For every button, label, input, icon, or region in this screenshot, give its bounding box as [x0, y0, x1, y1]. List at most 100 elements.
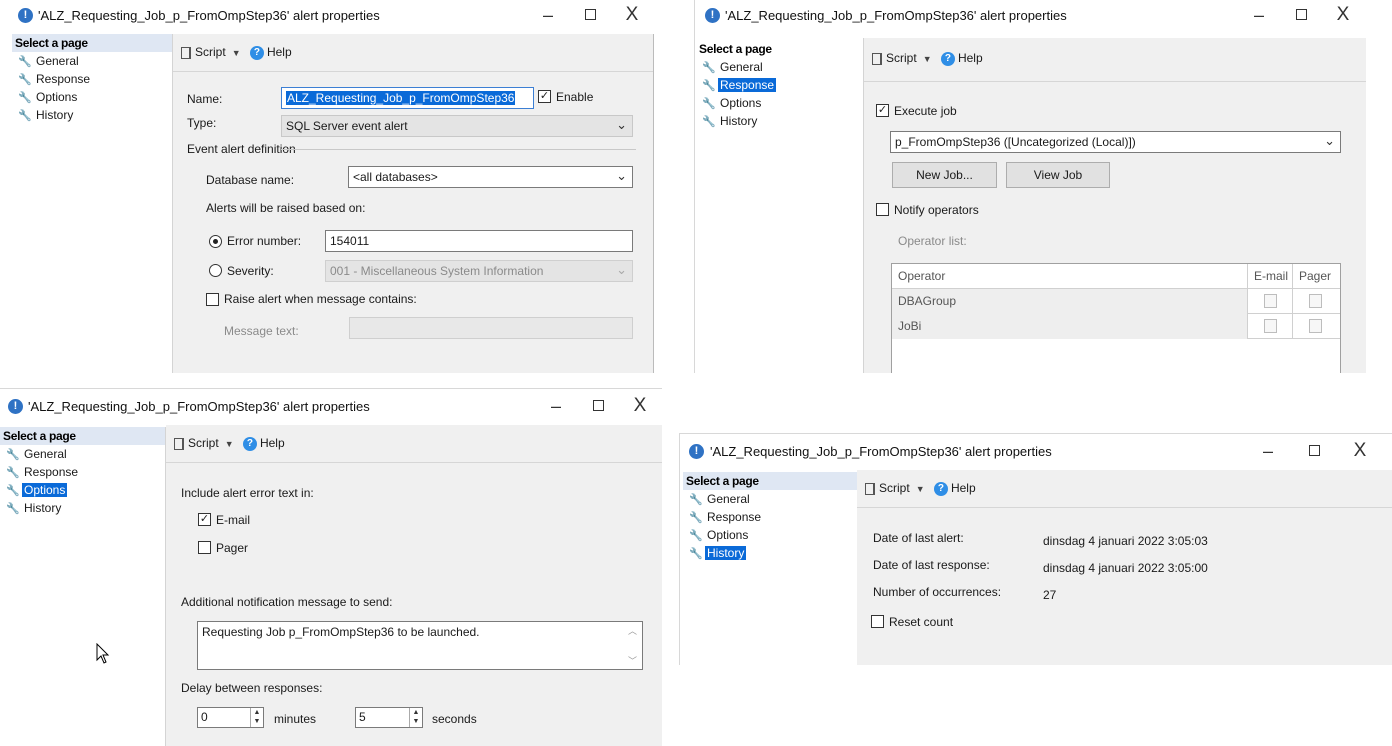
sidebar-item-history[interactable]: 🔧 History — [696, 112, 863, 130]
maximize-button[interactable] — [1294, 440, 1334, 462]
textarea-scrollbar[interactable]: ︿ ﹀ — [628, 624, 640, 667]
job-select[interactable]: p_FromOmpStep36 ([Uncategorized (Local)]… — [890, 131, 1341, 153]
help-button[interactable]: ? Help — [242, 436, 285, 451]
sidebar-item-general[interactable]: 🔧 General — [683, 490, 857, 508]
error-number-input[interactable]: 154011 — [325, 230, 633, 252]
operator-grid-header: Operator E-mail Pager — [892, 264, 1340, 289]
sidebar-item-general[interactable]: 🔧 General — [0, 445, 165, 463]
help-icon: ? — [933, 481, 948, 496]
window-title: 'ALZ_Requesting_Job_p_FromOmpStep36' ale… — [710, 444, 1052, 459]
close-button[interactable]: X — [612, 4, 652, 26]
wrench-icon: 🔧 — [689, 512, 703, 524]
title-bar: ! 'ALZ_Requesting_Job_p_FromOmpStep36' a… — [0, 389, 662, 423]
severity-select[interactable]: 001 - Miscellaneous System Information ⌄ — [325, 260, 633, 282]
reset-count-checkbox[interactable] — [871, 615, 884, 628]
last-response-label: Date of last response: — [873, 558, 990, 572]
maximize-button[interactable] — [1281, 4, 1321, 26]
operator-name: JoBi — [892, 314, 1248, 339]
close-button[interactable]: X — [1323, 4, 1363, 26]
wrench-icon: 🔧 — [6, 467, 20, 479]
general-page: Script ▼ ? Help Name: ALZ_Requesting_Job_p… — [173, 34, 654, 373]
sidebar-item-history[interactable]: 🔧 History — [0, 499, 165, 517]
minimize-button[interactable]: – — [536, 395, 576, 417]
type-select[interactable]: SQL Server event alert ⌄ — [281, 115, 633, 137]
wrench-icon: 🔧 — [689, 548, 703, 560]
sidebar-item-history[interactable]: 🔧 History — [683, 544, 857, 562]
message-text-input[interactable] — [349, 317, 633, 339]
maximize-button[interactable] — [570, 4, 610, 26]
spinner-arrows[interactable]: ▲ ▼ — [250, 708, 263, 727]
email-checkbox[interactable] — [1264, 294, 1277, 308]
minutes-spinner[interactable]: 0 ▲ ▼ — [197, 707, 264, 728]
minimize-button[interactable]: – — [1239, 4, 1279, 26]
sidebar-item-response[interactable]: 🔧 Response — [0, 463, 165, 481]
close-button[interactable]: X — [620, 395, 660, 417]
email-checkbox[interactable] — [1264, 319, 1277, 333]
pager-checkbox[interactable] — [1309, 294, 1322, 308]
help-icon: ? — [940, 51, 955, 66]
sidebar-item-options[interactable]: 🔧 Options — [683, 526, 857, 544]
sidebar-item-response[interactable]: 🔧 Response — [12, 70, 172, 88]
script-button[interactable]: Script ▼ — [865, 481, 931, 495]
name-input[interactable]: ALZ_Requesting_Job_p_FromOmpStep36 — [281, 87, 534, 109]
dropdown-arrow-icon: ▼ — [915, 484, 925, 494]
minimize-button[interactable]: – — [1248, 440, 1288, 462]
sidebar-item-history[interactable]: 🔧 History — [12, 106, 172, 124]
column-header-operator[interactable]: Operator — [892, 264, 1248, 289]
notify-operators-checkbox[interactable] — [876, 203, 889, 216]
error-number-label: Error number: — [227, 234, 302, 248]
sidebar-item-general[interactable]: 🔧 General — [696, 58, 863, 76]
chevron-down-icon: ⌄ — [616, 262, 627, 277]
raise-alert-checkbox[interactable] — [206, 293, 219, 306]
window-title: 'ALZ_Requesting_Job_p_FromOmpStep36' ale… — [28, 399, 370, 414]
script-button[interactable]: Script ▼ — [872, 51, 938, 65]
title-bar: ! 'ALZ_Requesting_Job_p_FromOmpStep36' a… — [680, 434, 1392, 468]
sidebar-item-general[interactable]: 🔧 General — [12, 52, 172, 70]
enable-checkbox[interactable]: ✓ — [538, 90, 551, 103]
pager-checkbox[interactable] — [198, 541, 211, 554]
script-icon — [174, 437, 184, 450]
table-row[interactable]: JoBi — [892, 314, 1340, 339]
new-job-button[interactable]: New Job... — [892, 162, 997, 188]
spinner-arrows[interactable]: ▲ ▼ — [409, 708, 422, 727]
help-button[interactable]: ? Help — [249, 45, 292, 60]
checkmark-icon: ✓ — [539, 90, 550, 102]
view-job-button[interactable]: View Job — [1006, 162, 1110, 188]
page-selector: Select a page 🔧 General 🔧 Response 🔧 Option… — [0, 427, 166, 746]
help-button[interactable]: ? Help — [940, 51, 983, 66]
toolbar: Script ▼ ? Help — [864, 38, 1366, 82]
alert-icon: ! — [18, 8, 33, 23]
help-button[interactable]: ? Help — [933, 481, 976, 496]
window-title: 'ALZ_Requesting_Job_p_FromOmpStep36' ale… — [725, 8, 1067, 23]
help-icon: ? — [249, 45, 264, 60]
email-checkbox[interactable]: ✓ — [198, 513, 211, 526]
notification-message-textarea[interactable]: Requesting Job p_FromOmpStep36 to be lau… — [197, 621, 643, 670]
seconds-spinner[interactable]: 5 ▲ ▼ — [355, 707, 423, 728]
wrench-icon: 🔧 — [702, 116, 716, 128]
script-button[interactable]: Script ▼ — [174, 436, 240, 450]
column-header-email[interactable]: E-mail — [1248, 264, 1293, 289]
dropdown-arrow-icon: ▼ — [922, 54, 932, 64]
error-number-radio[interactable] — [209, 235, 222, 248]
script-button[interactable]: Script ▼ — [181, 45, 247, 59]
minimize-button[interactable]: – — [528, 4, 568, 26]
pager-checkbox[interactable] — [1309, 319, 1322, 333]
maximize-button[interactable] — [578, 395, 618, 417]
sidebar-item-response[interactable]: 🔧 Response — [696, 76, 863, 94]
sidebar-item-response[interactable]: 🔧 Response — [683, 508, 857, 526]
severity-radio[interactable] — [209, 264, 222, 277]
notify-operators-label: Notify operators — [894, 203, 979, 217]
close-button[interactable]: X — [1340, 440, 1380, 462]
checkmark-icon: ✓ — [877, 104, 888, 116]
sidebar-item-options[interactable]: 🔧 Options — [12, 88, 172, 106]
database-select[interactable]: <all databases> ⌄ — [348, 166, 633, 188]
alert-icon: ! — [8, 399, 23, 414]
sidebar-item-options[interactable]: 🔧 Options — [696, 94, 863, 112]
checkmark-icon: ✓ — [199, 513, 210, 525]
delay-label: Delay between responses: — [181, 681, 323, 695]
column-header-pager[interactable]: Pager — [1293, 264, 1340, 289]
table-row[interactable]: DBAGroup — [892, 289, 1340, 314]
execute-job-checkbox[interactable]: ✓ — [876, 104, 889, 117]
sidebar-item-options[interactable]: 🔧 Options — [0, 481, 165, 499]
last-response-value: dinsdag 4 januari 2022 3:05:00 — [1043, 561, 1208, 575]
